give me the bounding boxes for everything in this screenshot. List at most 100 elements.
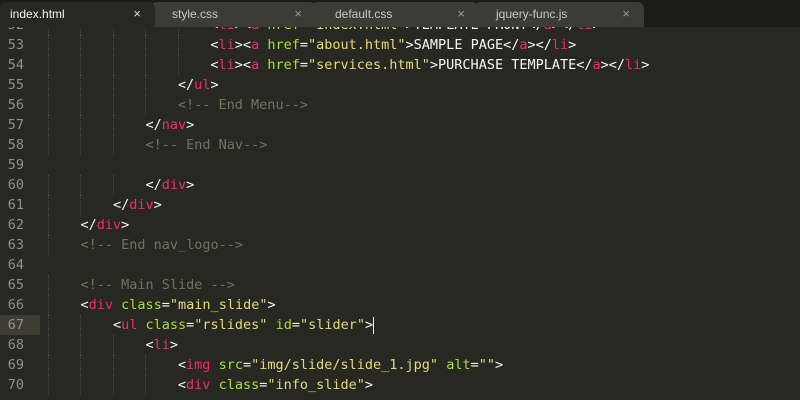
- code-token: ></: [600, 57, 626, 73]
- code-token: ></: [527, 37, 552, 53]
- code-line[interactable]: 58 <!-- End Nav-->: [0, 135, 800, 155]
- code-line[interactable]: 68 <li>: [0, 335, 800, 355]
- close-icon[interactable]: ×: [133, 2, 141, 26]
- code-token: <: [145, 337, 154, 353]
- line-number: 64: [7, 257, 24, 273]
- indent-guide: [145, 27, 147, 35]
- close-icon[interactable]: ×: [294, 2, 302, 26]
- code-token: </: [112, 197, 130, 213]
- indent-guide: [112, 35, 114, 55]
- line-number: 62: [7, 217, 24, 233]
- indent-guide: [80, 355, 82, 375]
- code-line[interactable]: 60 </div>: [0, 175, 800, 195]
- indent-guide: [48, 27, 49, 35]
- line-number: 63: [7, 237, 24, 253]
- code-token: ><: [234, 57, 252, 73]
- line-number: 65: [7, 277, 24, 293]
- code-token: =: [299, 57, 308, 73]
- code-line[interactable]: 65 <!-- Main Slide -->: [0, 275, 800, 295]
- indent-guide: [80, 195, 82, 215]
- code-line[interactable]: 55 </ul>: [0, 75, 800, 95]
- code-token: a: [544, 27, 552, 33]
- code-token: a: [251, 57, 260, 73]
- code-line[interactable]: 64: [0, 255, 800, 275]
- code-line[interactable]: 62 </div>: [0, 215, 800, 235]
- code-editor[interactable]: 52<li><a href="index.html">TEMPLATE FRON…: [0, 27, 800, 400]
- code-token: "main_slide": [169, 297, 268, 313]
- indent-guide: [80, 335, 82, 355]
- indent-guide: [48, 375, 49, 395]
- tab-label: default.css: [335, 7, 393, 21]
- code-token: >: [153, 197, 162, 213]
- indent-guide: [48, 315, 49, 335]
- code-token: li: [576, 27, 592, 33]
- tab-label: index.html: [10, 7, 65, 21]
- code-line[interactable]: 54 <li><a href="services.html">PURCHASE T…: [0, 55, 800, 75]
- code-token: "about.html": [308, 37, 406, 53]
- line-number: 61: [7, 197, 24, 213]
- tab-default-css[interactable]: default.css ×: [311, 2, 479, 27]
- code-token: ><: [235, 27, 251, 33]
- indent-guide: [80, 95, 82, 115]
- code-token: <: [210, 57, 219, 73]
- code-token: <: [177, 377, 187, 393]
- close-icon[interactable]: ×: [457, 2, 465, 26]
- tab-index-html[interactable]: index.html ×: [0, 2, 155, 27]
- code-token: >: [186, 177, 195, 193]
- indent-guide: [80, 35, 82, 55]
- code-token: img: [186, 357, 211, 373]
- indent-guide: [177, 35, 179, 55]
- code-token: li: [219, 27, 235, 33]
- indent-guide: [112, 75, 114, 95]
- indent-guide: [48, 115, 49, 135]
- code-token: nav: [161, 117, 187, 133]
- indent-guide: [177, 27, 179, 35]
- indent-guide: [80, 115, 82, 135]
- code-line[interactable]: 53 <li><a href="about.html">SAMPLE PAGE</…: [0, 35, 800, 55]
- line-number: 60: [7, 177, 24, 193]
- line-number: 68: [7, 337, 24, 353]
- code-token: "img/slide/slide_1.jpg": [251, 357, 439, 373]
- indent-guide: [112, 335, 114, 355]
- close-icon[interactable]: ×: [622, 2, 630, 26]
- tab-jquery-func-js[interactable]: jquery-func.js ×: [474, 2, 644, 27]
- code-token: a: [592, 57, 601, 73]
- code-line[interactable]: 67 <ul class="rslides" id="slider">: [0, 315, 800, 335]
- code-token: li: [218, 57, 235, 73]
- code-token: >: [121, 217, 130, 233]
- code-token: <: [80, 297, 89, 313]
- code-text: <li><a href="index.html">TEMPLATE FRONT<…: [210, 27, 600, 35]
- code-token: div: [88, 297, 113, 313]
- code-text: <div class="info_slide">: [178, 375, 373, 395]
- code-text: </div>: [80, 215, 129, 235]
- indent-guide: [112, 375, 114, 395]
- code-line[interactable]: 61 </div>: [0, 195, 800, 215]
- code-token: =: [242, 357, 252, 373]
- code-text: <li><a href="services.html">PURCHASE TEM…: [210, 55, 649, 75]
- line-number: 66: [7, 297, 24, 313]
- indent-guide: [48, 135, 49, 155]
- code-line[interactable]: 70 <div class="info_slide">: [0, 375, 800, 395]
- line-number: 67: [7, 317, 24, 333]
- indent-guide: [48, 355, 49, 375]
- code-line[interactable]: 69 <img src="img/slide/slide_1.jpg" alt="…: [0, 355, 800, 375]
- code-text: <!-- Main Slide -->: [80, 275, 234, 295]
- code-token: >: [186, 117, 195, 133]
- code-token: li: [625, 57, 642, 73]
- code-line[interactable]: 57 </nav>: [0, 115, 800, 135]
- indent-guide: [145, 35, 147, 55]
- code-line[interactable]: 52<li><a href="index.html">TEMPLATE FRON…: [0, 27, 800, 35]
- tab-style-css[interactable]: style.css ×: [150, 2, 316, 27]
- code-line[interactable]: 56 <!-- End Menu-->: [0, 95, 800, 115]
- tab-bar: index.html × style.css × default.css × j…: [0, 0, 800, 27]
- code-line[interactable]: 66 <div class="main_slide">: [0, 295, 800, 315]
- code-line[interactable]: 59: [0, 155, 800, 175]
- code-token: href: [267, 27, 300, 33]
- code-line[interactable]: 63 <!-- End nav_logo-->: [0, 235, 800, 255]
- code-token: "slider": [299, 317, 366, 333]
- code-token: </: [177, 77, 195, 93]
